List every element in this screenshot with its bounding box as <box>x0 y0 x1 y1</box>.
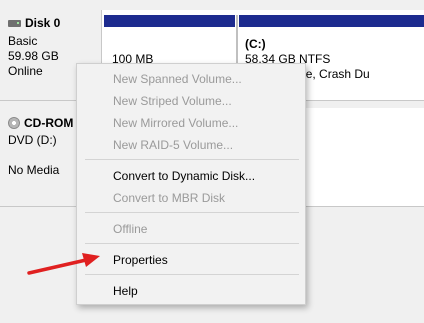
menu-item-offline: Offline <box>113 222 148 236</box>
menu-item-new-raid5-volume: New RAID-5 Volume... <box>113 138 234 152</box>
menu-separator <box>85 159 299 160</box>
cd-drive-icon <box>8 117 20 129</box>
partition-name: (C:) <box>245 37 266 51</box>
hard-disk-icon <box>8 19 21 27</box>
menu-item-help[interactable]: Help <box>113 284 138 298</box>
menu-separator <box>85 274 299 275</box>
disk0-size: 59.98 GB <box>8 49 59 63</box>
context-menu: New Spanned Volume... New Striped Volume… <box>76 63 306 305</box>
cdrom-name: CD-ROM <box>8 116 73 130</box>
menu-item-new-mirrored-volume: New Mirrored Volume... <box>113 116 239 130</box>
disk0-name: Disk 0 <box>8 16 60 30</box>
partition-bar <box>104 15 235 27</box>
red-arrow-icon <box>27 253 100 275</box>
partition-bar <box>239 15 424 27</box>
menu-separator <box>85 212 299 213</box>
menu-item-new-striped-volume: New Striped Volume... <box>113 94 232 108</box>
cdrom-drive: DVD (D:) <box>8 133 57 147</box>
disk0-status: Online <box>8 64 43 78</box>
disk0-type: Basic <box>8 34 38 48</box>
menu-item-convert-to-dynamic-disk[interactable]: Convert to Dynamic Disk... <box>113 169 255 183</box>
menu-separator <box>85 243 299 244</box>
cdrom-media: No Media <box>8 163 60 177</box>
menu-item-new-spanned-volume: New Spanned Volume... <box>113 72 242 86</box>
menu-item-convert-to-mbr-disk: Convert to MBR Disk <box>113 191 226 205</box>
menu-item-properties[interactable]: Properties <box>113 253 168 267</box>
